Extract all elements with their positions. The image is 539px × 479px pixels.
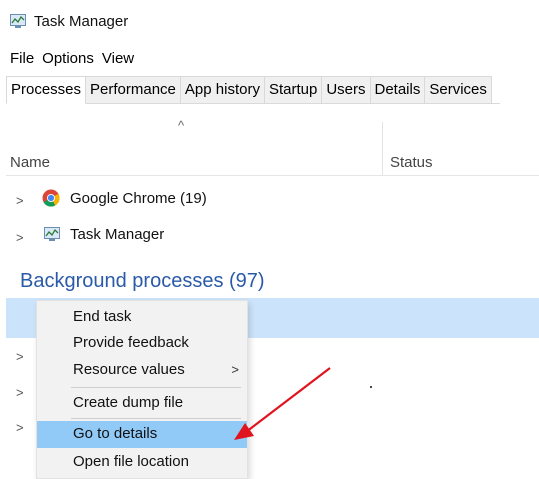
- expand-chevron-icon[interactable]: >: [16, 385, 24, 400]
- menu-separator: [71, 387, 241, 388]
- tab-app-history[interactable]: App history: [180, 76, 265, 104]
- column-header-status[interactable]: Status: [390, 154, 433, 171]
- menu-item-open-file-location[interactable]: Open file location: [37, 449, 247, 475]
- menu-file[interactable]: File: [10, 50, 34, 67]
- submenu-arrow-icon: >: [231, 362, 239, 377]
- tab-bar: Processes Performance App history Startu…: [6, 76, 492, 104]
- chrome-icon: [42, 189, 60, 207]
- expand-chevron-icon[interactable]: >: [16, 230, 24, 245]
- menu-options[interactable]: Options: [42, 50, 94, 67]
- menu-item-label: Open file location: [73, 453, 189, 470]
- row-text-fragment: [370, 386, 372, 388]
- tab-users[interactable]: Users: [322, 76, 371, 104]
- menu-view[interactable]: View: [102, 50, 134, 67]
- task-manager-icon: [10, 14, 26, 28]
- expand-chevron-icon[interactable]: >: [16, 193, 24, 208]
- task-manager-icon: [44, 227, 60, 241]
- tab-performance[interactable]: Performance: [86, 76, 181, 104]
- menu-item-resource-values[interactable]: Resource values >: [37, 357, 247, 383]
- tab-details[interactable]: Details: [370, 76, 426, 104]
- menu-item-go-to-details[interactable]: Go to details: [37, 421, 247, 448]
- column-divider[interactable]: [382, 122, 383, 176]
- section-header: Background processes (97): [20, 270, 265, 292]
- menu-item-label: Provide feedback: [73, 334, 189, 351]
- menu-bar: File Options View: [10, 50, 134, 67]
- tab-processes[interactable]: Processes: [6, 76, 87, 104]
- menu-item-label: Create dump file: [73, 394, 184, 411]
- menu-item-create-dump-file[interactable]: Create dump file: [37, 390, 247, 416]
- sort-up-icon[interactable]: ^: [178, 118, 184, 133]
- column-header-name[interactable]: Name: [10, 154, 50, 171]
- header-separator: [6, 175, 539, 176]
- menu-item-label: Resource values: [73, 361, 185, 378]
- expand-chevron-icon[interactable]: >: [16, 420, 24, 435]
- app-row-label[interactable]: Task Manager: [70, 226, 164, 243]
- menu-item-label: Go to details: [73, 425, 158, 442]
- expand-chevron-icon[interactable]: >: [16, 349, 24, 364]
- tab-services[interactable]: Services: [425, 76, 492, 104]
- tab-startup[interactable]: Startup: [264, 76, 323, 104]
- window-title: Task Manager: [34, 13, 129, 30]
- app-row-label[interactable]: Google Chrome (19): [70, 190, 207, 207]
- menu-item-provide-feedback[interactable]: Provide feedback: [37, 330, 247, 356]
- menu-separator: [71, 418, 241, 419]
- menu-item-end-task[interactable]: End task: [37, 304, 247, 330]
- menu-item-label: End task: [73, 308, 132, 325]
- context-menu: End task Provide feedback Resource value…: [36, 300, 248, 479]
